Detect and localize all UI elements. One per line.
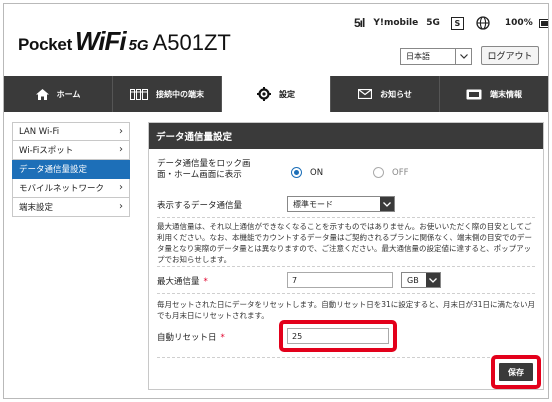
tab-home-label: ホーム [56,89,81,99]
required-mark: * [203,277,208,287]
chevron-down-icon [455,49,471,64]
chevron-right-icon: › [119,201,123,212]
header: Pocket WiFi 5G A501ZT 5ıl Y!mobile 5G S … [4,4,548,76]
display-data-label: 表示するデータ通信量 [157,201,243,211]
sidebar-item-mobile-network[interactable]: モバイルネットワーク › [12,179,130,198]
radio-on-label: ON [310,167,324,178]
logo-5g: 5G [128,37,149,54]
radio-unselected-icon [373,167,384,178]
lock-on-radio[interactable]: ON [291,167,323,178]
tab-device-info[interactable]: 端末情報 [440,76,548,112]
network-type: 5G [426,18,440,28]
status-bar: 5ıl Y!mobile 5G S 100% [354,16,548,30]
data-usage-panel: データ通信量設定 データ通信量をロック画面・ホーム画面に表示 ON OFF 表示… [148,122,544,390]
divider [157,357,535,358]
sidebar-item-label: LAN Wi-Fi [19,126,60,137]
lock-screen-label: データ通信量をロック画面・ホーム画面に表示 [157,159,251,180]
sidebar-item-lan-wifi[interactable]: LAN Wi-Fi › [12,122,130,141]
divider [157,293,535,294]
max-usage-label: 最大通信量 * [157,275,208,287]
settings-sidebar: LAN Wi-Fi › Wi-Fiスポット › データ通信量設定 モバイルネット… [12,122,130,217]
auto-reset-label: 自動リセット日 * [157,331,225,343]
max-usage-unit-select[interactable]: GB [401,272,441,288]
lock-off-radio[interactable]: OFF [373,167,408,178]
sidebar-item-label: 端末設定 [19,203,54,213]
devices-icon [130,88,148,100]
tab-connected-devices[interactable]: 接続中の端末 [113,76,222,112]
tab-devices-label: 接続中の端末 [156,89,204,99]
sidebar-item-data-usage[interactable]: データ通信量設定 [12,160,130,179]
highlight-box [279,320,397,352]
radio-off-label: OFF [392,167,409,178]
sidebar-item-label: モバイルネットワーク [19,184,105,194]
auto-reset-label-text: 自動リセット日 [157,333,217,343]
device-info-icon [466,89,482,100]
radio-selected-icon [291,167,302,178]
signal-icon: 5ıl [354,16,365,30]
chevron-down-icon [380,197,394,211]
model-name: A501ZT [152,30,231,55]
display-mode-value: 標準モード [293,199,333,209]
tab-notifications[interactable]: お知らせ [331,76,440,112]
chevron-right-icon: › [119,144,123,155]
tab-device-info-label: 端末情報 [490,89,522,99]
pocket-wifi-logo: Pocket WiFi 5G A501ZT [18,26,231,57]
gear-icon [257,87,271,101]
tab-settings[interactable]: 設定 [222,76,331,112]
highlight-box [491,355,541,389]
logo-wifi: WiFi [74,26,127,56]
divider [157,217,535,218]
tab-settings-label: 設定 [279,89,295,99]
sidebar-item-wifi-spot[interactable]: Wi-Fiスポット › [12,141,130,160]
battery-icon [538,18,548,28]
browser-frame: Pocket WiFi 5G A501ZT 5ıl Y!mobile 5G S … [3,3,549,399]
main-nav: ホーム 接続中の端末 設定 お知らせ 端末情報 [4,76,548,112]
home-icon [35,88,49,100]
language-value: 日本語 [406,52,430,61]
page-title: データ通信量設定 [149,123,543,149]
tab-notifications-label: お知らせ [380,89,412,99]
sim-icon: S [450,16,464,30]
sidebar-item-label: Wi-Fiスポット [19,146,74,156]
chevron-down-icon [426,273,440,287]
tab-home[interactable]: ホーム [4,76,113,112]
battery-percent: 100% [504,18,533,28]
sidebar-item-device-settings[interactable]: 端末設定 › [12,198,130,217]
required-mark: * [220,333,225,343]
sidebar-item-label: データ通信量設定 [19,165,88,175]
globe-icon [476,16,490,30]
data-usage-notice: 最大通信量は、それ以上通信ができなくなることを示すものではありません。お使いいた… [157,222,532,264]
max-usage-label-text: 最大通信量 [157,277,200,287]
display-mode-select[interactable]: 標準モード [287,196,395,212]
chevron-right-icon: › [119,126,123,137]
max-usage-input[interactable]: 7 [287,272,393,288]
logout-button[interactable]: ログアウト [481,46,539,65]
auto-reset-note: 毎月セットされた日にデータをリセットします。自動リセット日を31に設定すると、月… [157,300,536,320]
carrier-name: Y!mobile [373,18,419,28]
language-select[interactable]: 日本語 [400,48,472,65]
mail-icon [358,89,373,99]
chevron-right-icon: › [119,182,123,193]
unit-value: GB [407,275,419,285]
divider [157,266,535,267]
logo-pocket: Pocket [18,35,72,54]
